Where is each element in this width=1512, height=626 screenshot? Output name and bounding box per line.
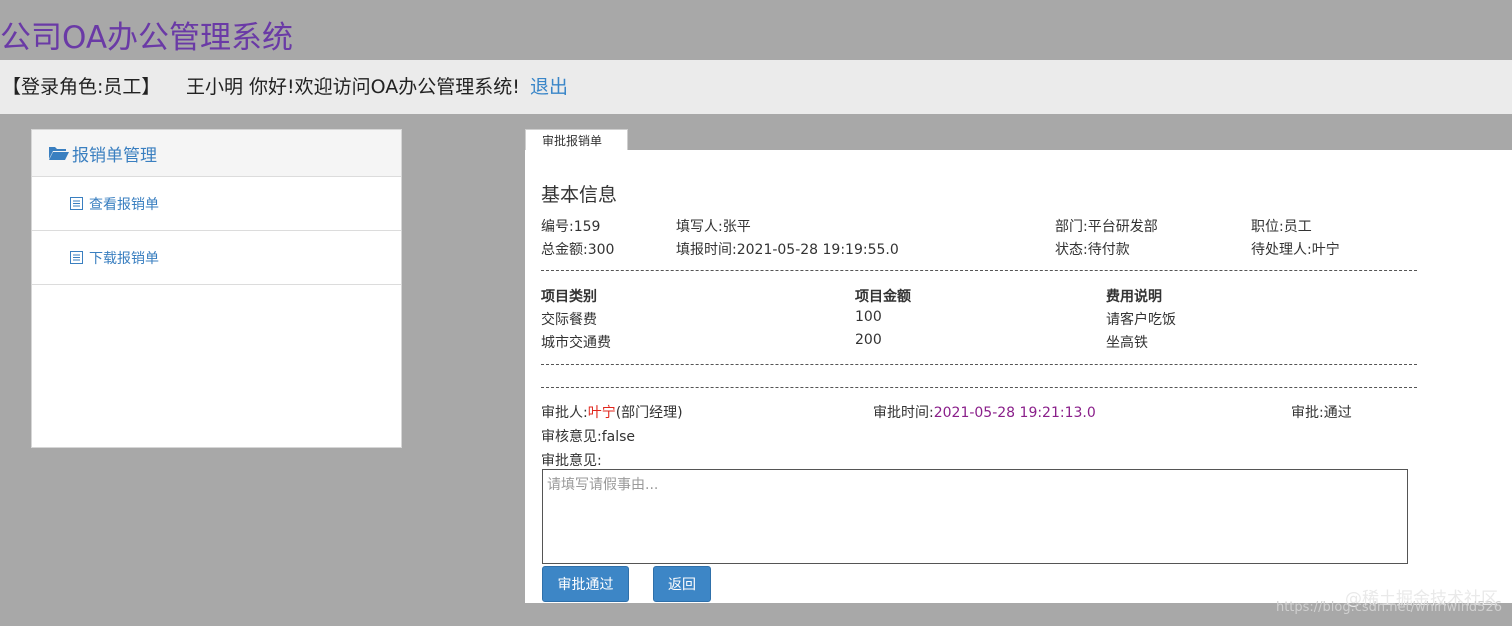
sidebar-item-label: 下载报销单 bbox=[89, 250, 159, 267]
divider bbox=[541, 387, 1417, 388]
table-cell-category: 城市交通费 bbox=[541, 335, 611, 351]
watermark-url: https://blog.csdn.net/whirlwind526 bbox=[1275, 600, 1502, 615]
approval-time-value: 2021-05-28 19:21:13.0 bbox=[933, 405, 1096, 421]
approver-label: 审批人: bbox=[541, 405, 588, 421]
approval-time-label: 审批时间: bbox=[873, 405, 934, 421]
review-opinion: 审核意见:false bbox=[541, 429, 636, 445]
table-header-amount: 项目金额 bbox=[855, 289, 911, 305]
user-bar: 【登录角色:员工】 王小明 你好!欢迎访问OA办公管理系统! 退出 bbox=[0, 60, 1512, 114]
list-document-icon bbox=[70, 251, 83, 264]
logout-link[interactable]: 退出 bbox=[530, 60, 568, 114]
back-button[interactable]: 返回 bbox=[653, 566, 711, 602]
section-title-basic-info: 基本信息 bbox=[541, 184, 618, 206]
sidebar-item-download-reimbursement[interactable]: 下载报销单 bbox=[32, 231, 401, 285]
approval-result: 审批:通过 bbox=[1291, 405, 1352, 421]
field-pending-handler: 待处理人:叶宁 bbox=[1251, 242, 1340, 258]
field-department: 部门:平台研发部 bbox=[1055, 219, 1158, 235]
table-cell-amount: 100 bbox=[855, 309, 882, 325]
table-cell-description: 坐高铁 bbox=[1106, 335, 1148, 351]
divider bbox=[541, 270, 1417, 271]
table-cell-category: 交际餐费 bbox=[541, 312, 597, 328]
divider bbox=[541, 364, 1417, 365]
sidebar: 报销单管理 查看报销单 下载报销单 bbox=[31, 129, 402, 448]
tab-approve-reimbursement[interactable]: 审批报销单 bbox=[525, 129, 628, 151]
top-header: 公司OA办公管理系统 bbox=[0, 0, 1512, 60]
field-total-amount: 总金额:300 bbox=[541, 242, 615, 258]
table-cell-description: 请客户吃饭 bbox=[1106, 312, 1176, 328]
table-header-category: 项目类别 bbox=[541, 289, 597, 305]
opinion-label: 审批意见: bbox=[541, 453, 602, 469]
sidebar-header[interactable]: 报销单管理 bbox=[32, 130, 401, 177]
field-position: 职位:员工 bbox=[1251, 219, 1312, 235]
field-filler: 填写人:张平 bbox=[676, 219, 751, 235]
sidebar-item-label: 查看报销单 bbox=[89, 196, 159, 213]
approve-button[interactable]: 审批通过 bbox=[542, 566, 629, 602]
sidebar-item-view-reimbursement[interactable]: 查看报销单 bbox=[32, 177, 401, 231]
app-title: 公司OA办公管理系统 bbox=[0, 20, 294, 56]
table-cell-amount: 200 bbox=[855, 332, 882, 348]
table-header-description: 费用说明 bbox=[1106, 289, 1162, 305]
field-fill-time: 填报时间:2021-05-28 19:19:55.0 bbox=[676, 242, 899, 258]
sidebar-header-label: 报销单管理 bbox=[72, 145, 157, 166]
opinion-textarea[interactable] bbox=[542, 469, 1408, 564]
field-status: 状态:待付款 bbox=[1055, 242, 1130, 258]
approver-field: 审批人:叶宁(部门经理) bbox=[541, 402, 683, 422]
approver-role: (部门经理) bbox=[615, 405, 683, 421]
list-document-icon bbox=[70, 197, 83, 210]
field-number: 编号:159 bbox=[541, 219, 601, 235]
approval-panel: 基本信息 编号:159 填写人:张平 部门:平台研发部 职位:员工 总金额:30… bbox=[525, 150, 1512, 603]
approver-name: 叶宁 bbox=[587, 405, 616, 421]
welcome-message: 王小明 你好!欢迎访问OA办公管理系统! bbox=[186, 76, 520, 98]
login-role: 【登录角色:员工】 bbox=[2, 76, 161, 98]
approval-time-field: 审批时间:2021-05-28 19:21:13.0 bbox=[873, 402, 1096, 422]
tab-strip: 审批报销单 bbox=[525, 129, 1512, 151]
folder-open-icon bbox=[49, 147, 69, 160]
